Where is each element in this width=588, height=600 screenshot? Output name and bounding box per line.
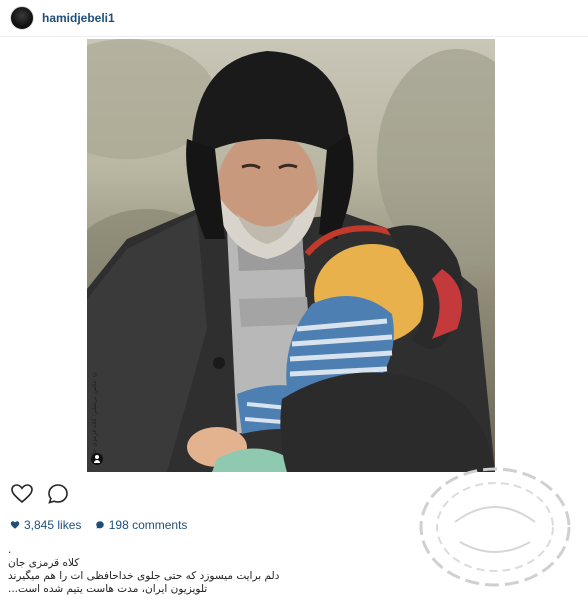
caption-line: .: [8, 544, 12, 556]
post-photo[interactable]: عکس بی‌نظیر؛ کلاه قرمزی جان ©: [87, 39, 495, 472]
caption-line: دلم برایت میسوزد که حتی جلوی خداحافظی ات…: [8, 570, 280, 582]
avatar[interactable]: [10, 6, 34, 30]
watermark-stamp: [419, 467, 571, 587]
heart-outline-icon: [11, 484, 33, 504]
comment-filled-icon: [95, 521, 104, 529]
photo-illustration: [87, 39, 495, 472]
like-button[interactable]: [10, 482, 34, 506]
tag-person-icon[interactable]: [91, 453, 103, 465]
post-caption: . کلاه قرمزی جان دلم برایت میسوزد که حتی…: [8, 544, 408, 596]
heart-filled-icon: [10, 521, 20, 529]
speech-bubble-icon: [48, 484, 68, 504]
comments-label: 198 comments: [108, 518, 188, 532]
caption-line: تلویزیون ایران، مدت هاست یتیم شده است...: [8, 583, 208, 595]
photo-credit-text: عکس بی‌نظیر؛ کلاه قرمزی جان ©: [91, 370, 98, 459]
post-stats: 3,845 likes 198 comments: [10, 518, 197, 533]
username-link[interactable]: hamidjebeli1: [42, 11, 115, 25]
header-divider: [0, 36, 588, 37]
likes-label: 3,845 likes: [24, 518, 82, 532]
comment-button[interactable]: [46, 482, 70, 506]
caption-line: کلاه قرمزی جان: [8, 557, 80, 569]
likes-count[interactable]: 3,845 likes: [10, 518, 81, 532]
comments-count[interactable]: 198 comments: [95, 518, 188, 532]
post-header: hamidjebeli1: [0, 0, 588, 36]
